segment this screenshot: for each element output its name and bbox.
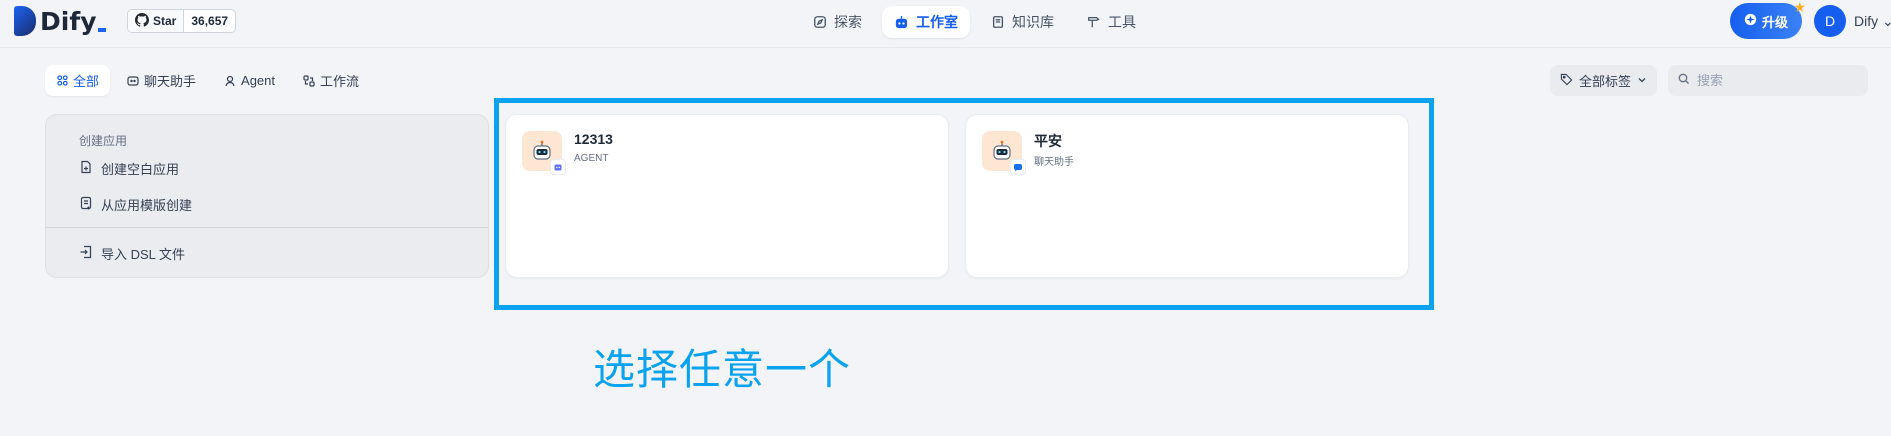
- main-nav: 探索 工作室 知识库 工具: [800, 6, 1148, 38]
- upgrade-label: 升级: [1762, 14, 1789, 30]
- star-icon: ★: [1793, 0, 1807, 15]
- nav-tools[interactable]: 工具: [1074, 6, 1148, 38]
- create-from-template-label: 从应用模版创建: [101, 197, 193, 213]
- app-type-tabs: 全部 聊天助手 Agent 工作流: [45, 65, 370, 96]
- tag-filter-label: 全部标签: [1579, 74, 1632, 89]
- search-box: [1668, 65, 1868, 96]
- brand-dot: [97, 27, 106, 32]
- avatar[interactable]: D: [1814, 5, 1846, 37]
- tag-filter-dropdown[interactable]: 全部标签: [1550, 65, 1658, 96]
- agent-icon: [224, 75, 236, 87]
- nav-knowledge-label: 知识库: [1012, 14, 1054, 30]
- brand-name: Dify: [40, 6, 97, 36]
- divider: [46, 227, 488, 228]
- tag-icon: [1560, 73, 1573, 89]
- import-dsl-label: 导入 DSL 文件: [101, 246, 186, 262]
- create-blank-app-label: 创建空白应用: [101, 161, 180, 177]
- github-star-label: Star: [153, 14, 177, 28]
- upgrade-button[interactable]: 升级 ★: [1730, 0, 1806, 39]
- book-icon: [990, 15, 1005, 30]
- annotation-text: 选择任意一个: [593, 345, 852, 394]
- nav-knowledge[interactable]: 知识库: [978, 6, 1066, 38]
- tab-workflow-label: 工作流: [320, 74, 360, 89]
- chat-icon: [127, 75, 139, 87]
- dify-logo[interactable]: Dify: [14, 6, 106, 36]
- github-star-button[interactable]: Star 36,657: [127, 9, 237, 33]
- chevron-down-icon: [1637, 73, 1647, 88]
- create-blank-app-button[interactable]: 创建空白应用: [79, 157, 179, 179]
- create-app-title: 创建应用: [79, 134, 128, 148]
- highlight-box: [494, 98, 1434, 310]
- github-star-count: 36,657: [191, 14, 229, 28]
- top-bar: Dify Star 36,657 探索 工作室 知识库 工具 升级 ★ D Di…: [0, 0, 1891, 48]
- hammer-icon: [1086, 15, 1101, 30]
- nav-explore[interactable]: 探索: [800, 6, 874, 38]
- tab-chat-assistant-label: 聊天助手: [144, 74, 197, 89]
- create-from-template-button[interactable]: 从应用模版创建: [79, 193, 192, 215]
- compass-icon: [812, 15, 827, 30]
- tab-agent[interactable]: Agent: [213, 65, 286, 96]
- chevron-down-icon: ⌄: [1882, 13, 1891, 29]
- import-dsl-button[interactable]: 导入 DSL 文件: [79, 242, 185, 264]
- import-icon: [79, 245, 93, 262]
- dify-logo-mark: [14, 6, 36, 36]
- github-icon: [135, 12, 149, 30]
- tab-workflow[interactable]: 工作流: [292, 65, 370, 96]
- nav-explore-label: 探索: [834, 14, 862, 30]
- tab-chat-assistant[interactable]: 聊天助手: [116, 65, 207, 96]
- grid-icon: [56, 75, 68, 87]
- file-plus-icon: [79, 160, 93, 177]
- user-name[interactable]: Dify ⌄: [1854, 13, 1891, 30]
- robot-icon: [894, 15, 909, 30]
- nav-studio[interactable]: 工作室: [882, 6, 970, 38]
- template-icon: [79, 196, 93, 213]
- workflow-icon: [303, 74, 315, 87]
- create-app-panel: 创建应用 创建空白应用 从应用模版创建 导入 DSL 文件: [45, 114, 489, 278]
- sparkle-icon: [1744, 13, 1757, 29]
- tab-agent-label: Agent: [241, 73, 276, 88]
- search-icon: [1678, 73, 1690, 88]
- tab-all-label: 全部: [73, 74, 100, 89]
- nav-studio-label: 工作室: [916, 14, 958, 30]
- tab-all[interactable]: 全部: [45, 65, 111, 96]
- search-input[interactable]: [1697, 73, 1847, 88]
- nav-tools-label: 工具: [1108, 14, 1136, 30]
